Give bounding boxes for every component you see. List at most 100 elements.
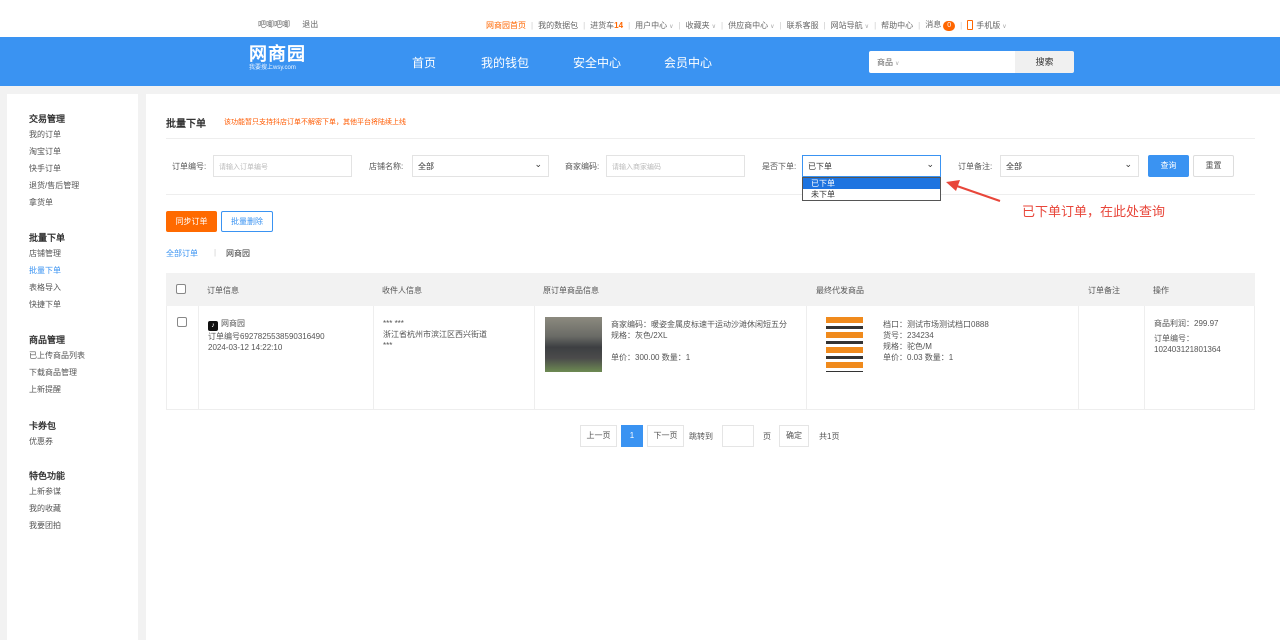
- nav-member[interactable]: 会员中心: [664, 54, 712, 71]
- recipient-cell: *** *** 浙江省杭州市滨江区西兴街道 ***: [383, 318, 533, 351]
- orig-price: 单价：300.00 数量：1: [611, 353, 691, 362]
- phone-icon: [967, 20, 974, 31]
- next-page-button[interactable]: 下一页: [647, 425, 684, 447]
- sidebar-group-coupons: 卡券包 优惠券: [29, 419, 56, 450]
- ordered-select[interactable]: 已下单 ⌄: [802, 155, 941, 177]
- logout-link[interactable]: 退出: [302, 20, 318, 29]
- merchant-code-input[interactable]: 请输入商家编码: [606, 155, 745, 177]
- remark-select[interactable]: 全部 ⌄: [1000, 155, 1139, 177]
- jump-confirm-button[interactable]: 确定: [779, 425, 809, 447]
- top-links: 网商园首页 | 我的数据包 | 进货车14 | 用户中心 ∨ | 收藏夹 ∨ | 供应商中心 ∨…: [486, 19, 1007, 31]
- chevron-down-icon: ⌄: [534, 159, 542, 169]
- favorites-link[interactable]: 收藏夹 ∨: [686, 20, 716, 31]
- home-link[interactable]: 网商园首页: [486, 20, 526, 31]
- page-1-button[interactable]: 1: [621, 425, 643, 447]
- messages-link[interactable]: 消息 0: [925, 19, 956, 31]
- final-product-image[interactable]: [826, 317, 863, 372]
- batch-delete-button[interactable]: 批量删除: [221, 211, 273, 232]
- recipient-address: 浙江省杭州市滨江区西兴街道: [383, 330, 487, 339]
- query-button[interactable]: 查询: [1148, 155, 1189, 177]
- nav-security[interactable]: 安全中心: [573, 54, 621, 71]
- sidebar-item-pick-list[interactable]: 拿货单: [29, 194, 79, 211]
- sidebar-item-coupon[interactable]: 优惠券: [29, 433, 56, 450]
- sidebar-item-shop-manage[interactable]: 店铺管理: [29, 245, 65, 262]
- prev-page-button[interactable]: 上一页: [580, 425, 617, 447]
- site-logo[interactable]: 网商园 我要搜上wsy.com: [249, 44, 306, 72]
- cart-link[interactable]: 进货车14: [590, 20, 623, 31]
- page-tip: 该功能暂只支持抖店订单不解密下单，其他平台将陆续上线: [224, 119, 406, 126]
- nav-wallet[interactable]: 我的钱包: [481, 54, 529, 71]
- mobile-link[interactable]: 手机版 ∨: [967, 20, 1007, 31]
- data-pack-link[interactable]: 我的数据包: [538, 20, 578, 31]
- row-checkbox[interactable]: [177, 317, 187, 327]
- cart-count: 14: [614, 20, 624, 30]
- orders-table: 订单信息 收件人信息 原订单商品信息 最终代发商品 订单备注 操作 ♪ 网商园 订…: [166, 273, 1255, 410]
- orig-spec: 规格：灰色/2XL: [611, 331, 668, 340]
- user-center-link[interactable]: 用户中心 ∨: [635, 20, 673, 31]
- search-input[interactable]: 商品 ∨: [869, 51, 1015, 73]
- reset-button[interactable]: 重置: [1193, 155, 1234, 177]
- chevron-down-icon: ∨: [1002, 23, 1007, 30]
- col-recipient: 收件人信息: [382, 286, 422, 295]
- actions-cell: 商品利润：299.97 订单编号： 102403121801364: [1154, 318, 1254, 355]
- annotation-arrow-icon: [946, 180, 1001, 202]
- chevron-down-icon: ∨: [895, 61, 900, 67]
- sidebar-item-batch-order[interactable]: 批量下单: [29, 262, 65, 279]
- shop-label: 店铺名称:: [369, 162, 404, 171]
- original-product-image[interactable]: [545, 317, 602, 372]
- sidebar-item-new-advisor[interactable]: 上新参谋: [29, 483, 65, 500]
- page-jump-input[interactable]: [722, 425, 754, 447]
- tab-wsy[interactable]: 网商园: [226, 248, 250, 259]
- merchant-code-label: 商家编码:: [565, 162, 600, 171]
- chevron-down-icon: ⌄: [1124, 159, 1132, 169]
- recipient-extra: ***: [383, 341, 393, 350]
- page-title: 批量下单: [166, 119, 206, 130]
- douyin-icon: ♪: [208, 321, 218, 331]
- remark-label: 订单备注:: [958, 162, 993, 171]
- chevron-down-icon: ∨: [770, 23, 775, 30]
- shop-select[interactable]: 全部 ⌄: [412, 155, 549, 177]
- sidebar-item-kuaishou-orders[interactable]: 快手订单: [29, 160, 79, 177]
- order-time: 2024-03-12 14:22:10: [208, 343, 283, 352]
- divider: [166, 138, 1255, 139]
- search-button[interactable]: 搜索: [1015, 51, 1074, 73]
- dropdown-option-not-ordered[interactable]: 未下单: [803, 189, 940, 200]
- sidebar-item-group-shoot[interactable]: 我要团拍: [29, 517, 65, 534]
- user-links: 吧唧吧唧 退出: [258, 19, 328, 30]
- platform-name: 网商园: [221, 319, 245, 328]
- sidebar-item-my-orders[interactable]: 我的订单: [29, 126, 79, 143]
- final-spec: 规格：驼色/M: [883, 342, 932, 351]
- sidebar-item-quick-order[interactable]: 快捷下单: [29, 296, 65, 313]
- table-header: 订单信息 收件人信息 原订单商品信息 最终代发商品 订单备注 操作: [166, 273, 1255, 306]
- sidebar-group-trade: 交易管理 我的订单 淘宝订单 快手订单 退货/售后管理 拿货单: [29, 112, 79, 211]
- username[interactable]: 吧唧吧唧: [258, 20, 290, 29]
- site-nav-link[interactable]: 网站导航 ∨: [831, 20, 869, 31]
- customer-service-link[interactable]: 联系客服: [787, 20, 819, 31]
- nav-home[interactable]: 首页: [412, 54, 436, 71]
- sidebar-group-features: 特色功能 上新参谋 我的收藏 我要团拍: [29, 469, 65, 534]
- help-center-link[interactable]: 帮助中心: [881, 20, 913, 31]
- search-scope[interactable]: 商品: [877, 58, 893, 67]
- col-original-goods: 原订单商品信息: [543, 286, 599, 295]
- sidebar-item-downloaded[interactable]: 下载商品管理: [29, 364, 85, 381]
- sidebar-item-uploaded[interactable]: 已上传商品列表: [29, 347, 85, 364]
- order-no-input[interactable]: 请输入订单编号: [213, 155, 352, 177]
- sidebar-group-batch: 批量下单 店铺管理 批量下单 表格导入 快捷下单: [29, 231, 65, 313]
- final-sku: 货号：234234: [883, 331, 934, 340]
- sidebar-item-new-remind[interactable]: 上新提醒: [29, 381, 85, 398]
- sidebar-item-import[interactable]: 表格导入: [29, 279, 65, 296]
- select-all-checkbox[interactable]: [176, 284, 186, 294]
- sidebar-item-my-favorites[interactable]: 我的收藏: [29, 500, 65, 517]
- dropdown-option-ordered[interactable]: 已下单: [803, 178, 940, 189]
- tab-separator: |: [214, 248, 217, 257]
- divider: [166, 194, 1255, 195]
- chevron-down-icon: ∨: [864, 23, 870, 30]
- sync-orders-button[interactable]: 同步订单: [166, 211, 217, 232]
- sidebar-item-returns[interactable]: 退货/售后管理: [29, 177, 79, 194]
- sidebar-item-taobao-orders[interactable]: 淘宝订单: [29, 143, 79, 160]
- op-order-number: 102403121801364: [1154, 345, 1221, 354]
- tab-all-orders[interactable]: 全部订单: [166, 248, 198, 259]
- supplier-center-link[interactable]: 供应商中心 ∨: [728, 20, 774, 31]
- ordered-dropdown-list: 已下单 未下单: [802, 177, 941, 201]
- message-count-badge: 0: [943, 21, 956, 31]
